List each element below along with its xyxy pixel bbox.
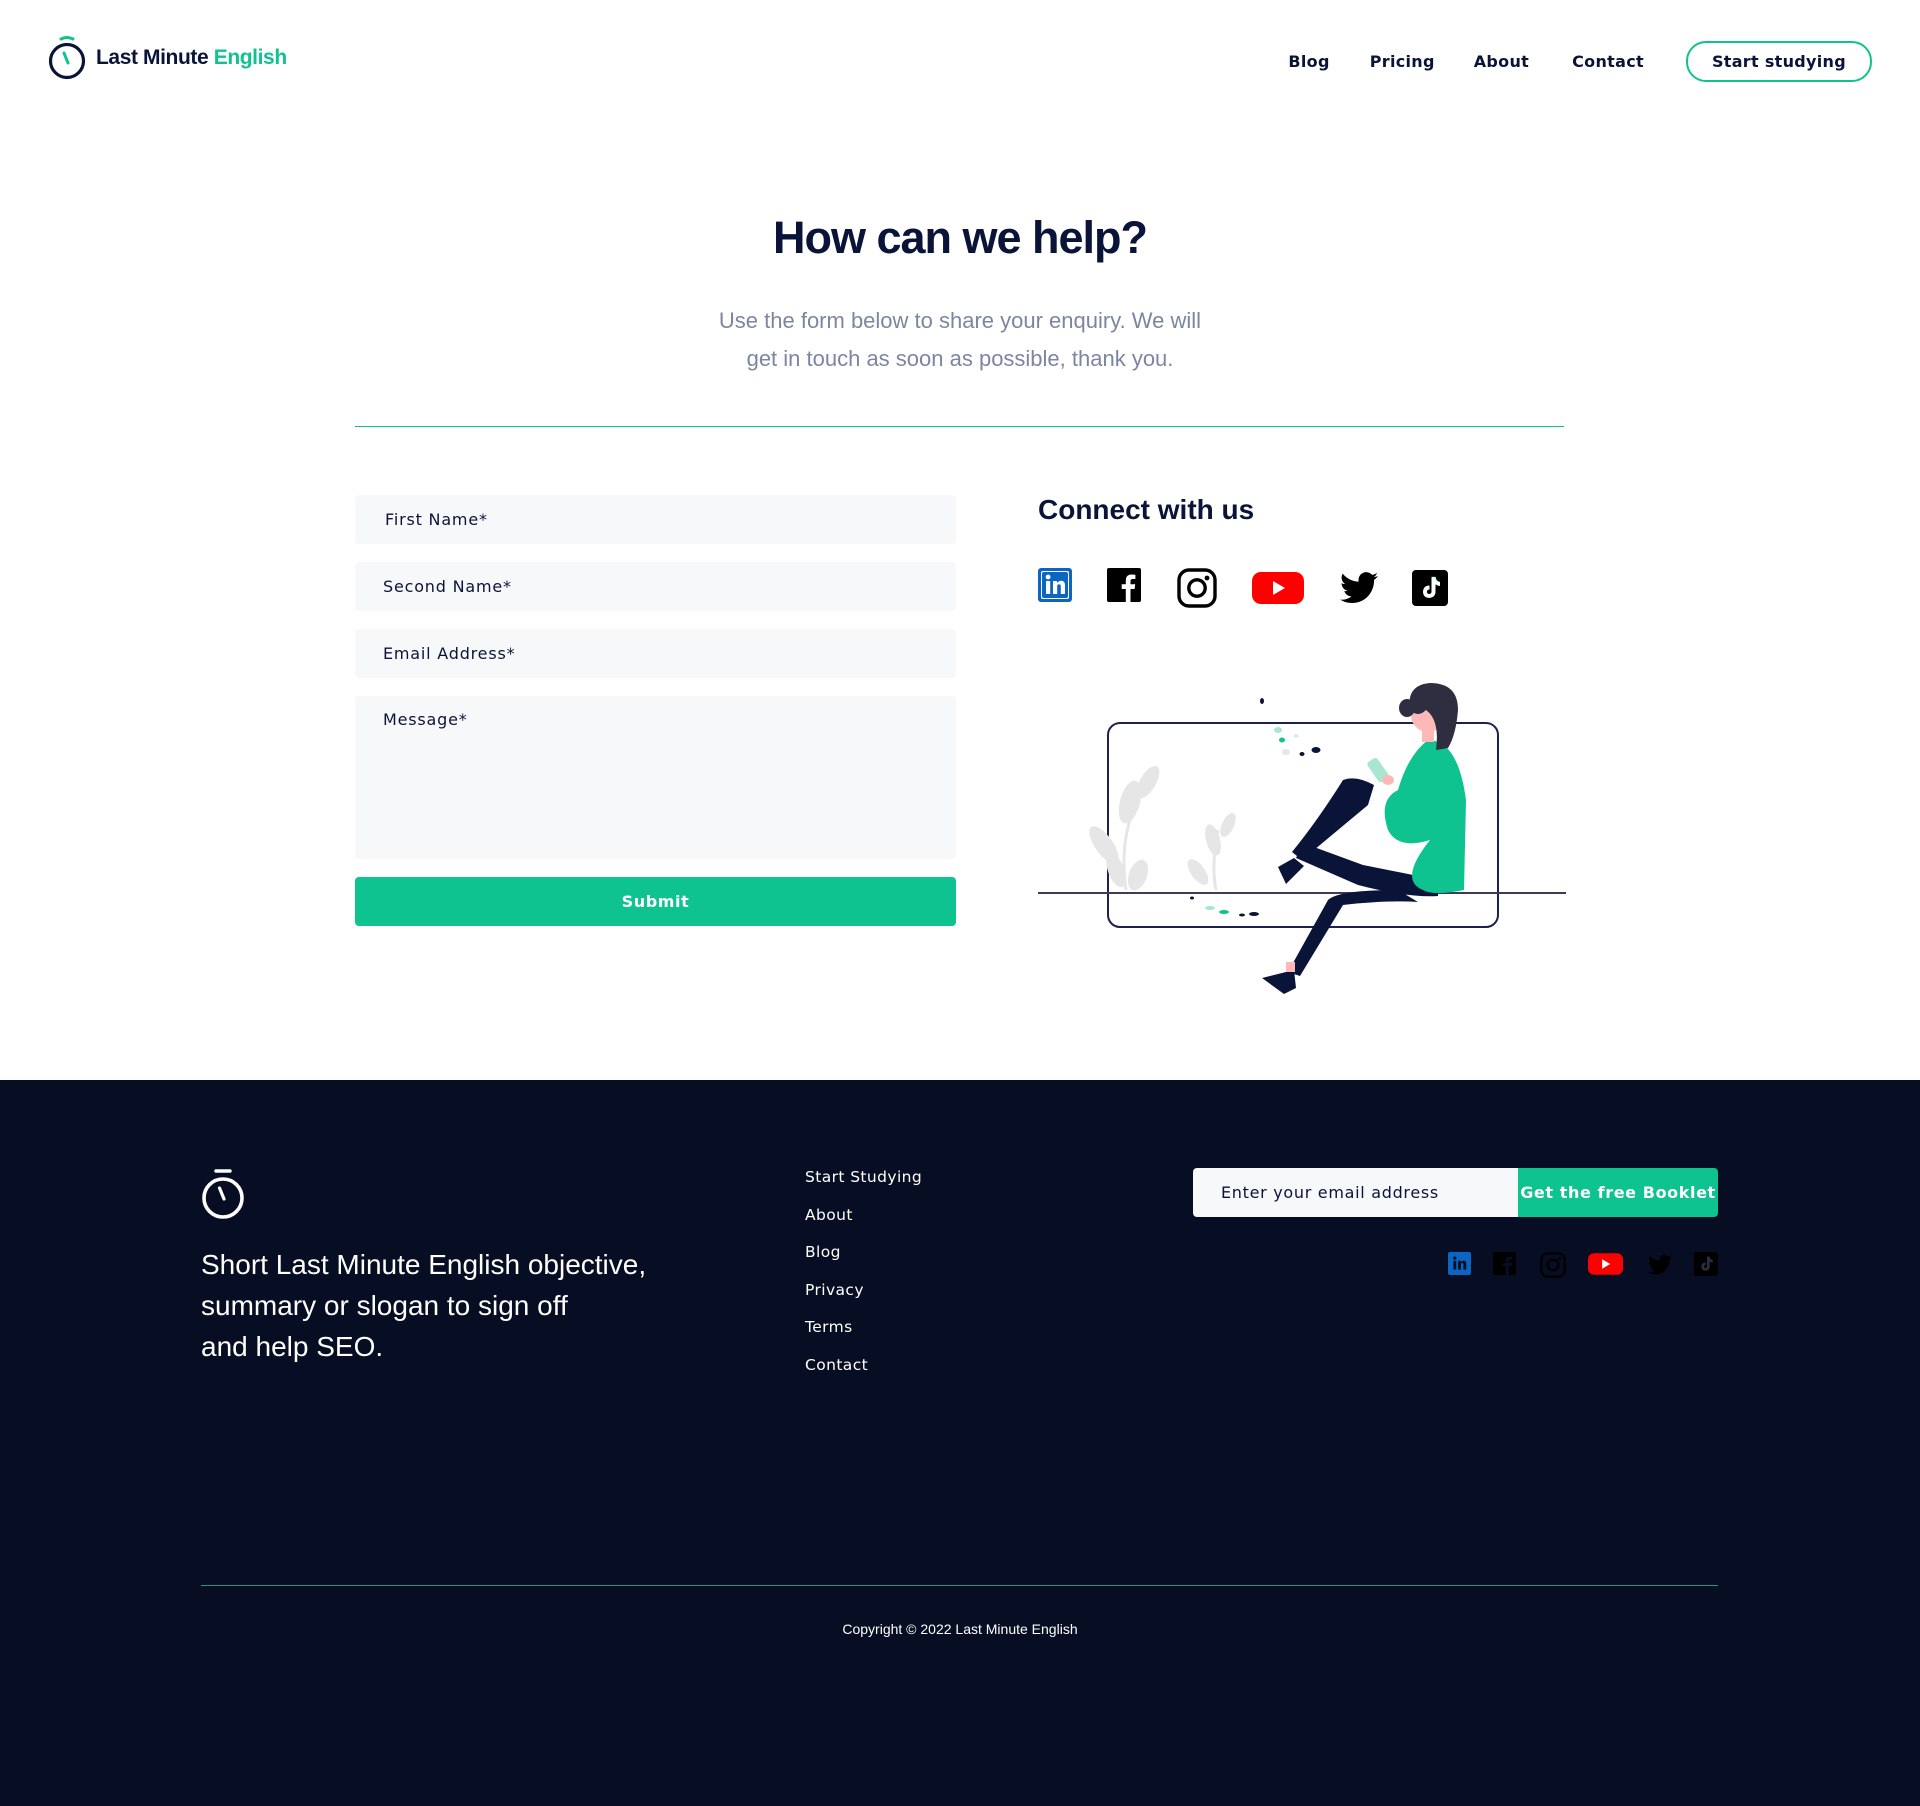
stopwatch-icon xyxy=(48,36,86,80)
footer-slogan-line-3: and help SEO. xyxy=(201,1331,384,1362)
brand-name-accent: English xyxy=(213,46,287,69)
tiktok-icon[interactable] xyxy=(1694,1252,1718,1280)
twitter-icon[interactable] xyxy=(1340,572,1378,608)
start-studying-button[interactable]: Start studying xyxy=(1685,41,1872,82)
brand-name-main: Last Minute xyxy=(96,46,209,69)
site-footer: Short Last Minute English objective, sum… xyxy=(0,1080,1920,1806)
nav-link-contact[interactable]: Contact xyxy=(1572,52,1644,71)
page-subtitle: Use the form below to share your enquiry… xyxy=(660,302,1260,378)
youtube-icon[interactable] xyxy=(1252,572,1304,608)
facebook-icon[interactable] xyxy=(1493,1252,1516,1279)
footer-link-start-studying[interactable]: Start Studying xyxy=(805,1168,922,1206)
page-subtitle-line-1: Use the form below to share your enquiry… xyxy=(718,308,1202,333)
stopwatch-icon xyxy=(202,1169,244,1219)
social-links xyxy=(1038,568,1458,612)
facebook-icon[interactable] xyxy=(1107,568,1141,606)
footer-link-blog[interactable]: Blog xyxy=(805,1243,922,1281)
nav-link-blog[interactable]: Blog xyxy=(1288,52,1329,71)
section-divider xyxy=(355,426,1564,427)
submit-button[interactable]: Submit xyxy=(355,877,956,926)
tiktok-icon[interactable] xyxy=(1412,570,1448,610)
footer-slogan-line-2: summary or slogan to sign off xyxy=(201,1290,568,1321)
copyright-text: Copyright © 2022 Last Minute English xyxy=(842,1621,1078,1637)
linkedin-icon[interactable] xyxy=(1448,1252,1471,1279)
instagram-icon[interactable] xyxy=(1540,1252,1566,1282)
nav-link-about[interactable]: About xyxy=(1474,52,1529,71)
footer-link-contact[interactable]: Contact xyxy=(805,1356,922,1394)
newsletter-email-input[interactable]: Enter your email address xyxy=(1193,1168,1518,1217)
footer-link-about[interactable]: About xyxy=(805,1206,922,1244)
contact-illustration xyxy=(1038,680,1566,1010)
footer-links: Start Studying About Blog Privacy Terms … xyxy=(805,1168,922,1393)
instagram-icon[interactable] xyxy=(1177,568,1217,612)
get-free-booklet-button[interactable]: Get the free Booklet xyxy=(1518,1168,1718,1217)
main-nav: Blog Pricing About Contact Start studyin… xyxy=(1288,41,1872,82)
footer-link-terms[interactable]: Terms xyxy=(805,1318,922,1356)
footer-social-links xyxy=(1448,1252,1718,1278)
message-field[interactable]: Message* xyxy=(355,696,956,859)
connect-title: Connect with us xyxy=(1038,494,1255,525)
brand-logo[interactable]: Last Minute English xyxy=(48,36,287,80)
twitter-icon[interactable] xyxy=(1648,1255,1672,1279)
youtube-icon[interactable] xyxy=(1588,1253,1623,1279)
footer-divider xyxy=(201,1585,1718,1586)
first-name-field[interactable]: First Name* xyxy=(355,495,956,544)
second-name-field[interactable]: Second Name* xyxy=(355,562,956,611)
site-header: Last Minute English Blog Pricing About C… xyxy=(0,0,1920,120)
page-subtitle-line-2: get in touch as soon as possible, thank … xyxy=(746,346,1174,371)
page-title: How can we help? xyxy=(772,212,1148,263)
footer-link-privacy[interactable]: Privacy xyxy=(805,1281,922,1319)
nav-link-pricing[interactable]: Pricing xyxy=(1370,52,1435,71)
footer-slogan: Short Last Minute English objective, sum… xyxy=(201,1244,671,1367)
email-address-field[interactable]: Email Address* xyxy=(355,629,956,678)
linkedin-icon[interactable] xyxy=(1038,568,1072,606)
footer-slogan-line-1: Short Last Minute English objective, xyxy=(201,1249,647,1280)
brand-name: Last Minute English xyxy=(96,46,287,70)
